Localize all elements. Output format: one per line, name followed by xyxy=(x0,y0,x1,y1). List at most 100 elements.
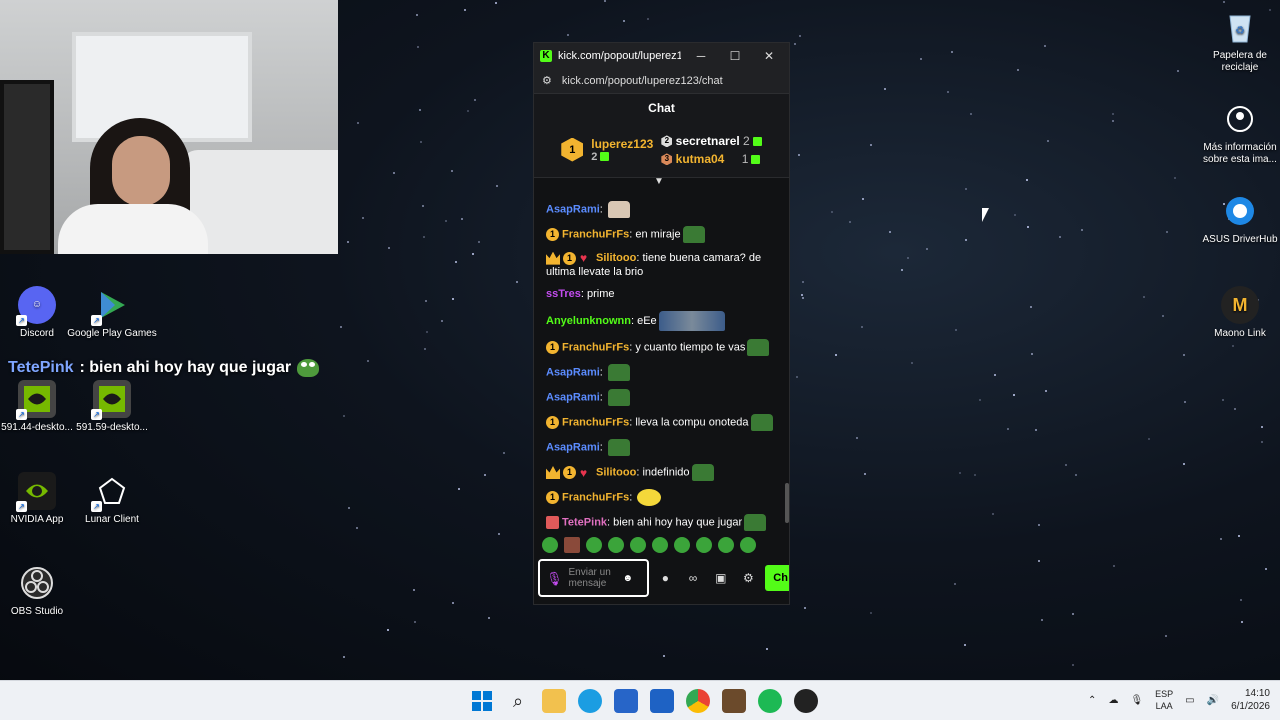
chat-message[interactable]: AsapRami: xyxy=(546,389,779,406)
start-button[interactable] xyxy=(470,689,494,713)
chat-message[interactable]: 1 ♥ Silitooo: indefinido xyxy=(546,464,779,481)
sub-badge-icon: 1 xyxy=(563,251,576,265)
star-dot xyxy=(835,353,838,356)
collapse-leaderboard-icon[interactable]: ▼ xyxy=(654,176,664,187)
chat-message-input[interactable]: 🎙 Enviar un mensaje ☻ xyxy=(538,559,649,597)
address-bar[interactable]: ⚙ kick.com/popout/luperez123/chat xyxy=(534,68,789,94)
star-dot xyxy=(830,210,833,213)
star-dot xyxy=(796,375,799,378)
maximize-button[interactable]: ☐ xyxy=(721,49,749,63)
chat-message[interactable]: TetePink: bien ahi hoy hay que jugar xyxy=(546,514,779,531)
leader-3-name[interactable]: kutma04 xyxy=(676,152,725,166)
chat-message[interactable]: ssTres: prime xyxy=(546,287,779,303)
system-clock[interactable]: 14:10 6/1/2026 xyxy=(1231,687,1270,713)
desktop-icon-lunar-client[interactable]: ↗ Lunar Client xyxy=(67,472,157,526)
leader-2-name[interactable]: secretnarel xyxy=(676,134,740,148)
desktop-icon-maono-link[interactable]: M Maono Link xyxy=(1195,286,1280,340)
network-icon[interactable]: ▭ xyxy=(1185,695,1194,706)
chat-message[interactable]: Anyelunknownn: eEe xyxy=(546,311,779,331)
chat-message[interactable]: 1 FranchuFrFs: xyxy=(546,489,779,506)
desktop-icon-obs-studio[interactable]: OBS Studio xyxy=(0,564,82,618)
emote-icon[interactable] xyxy=(564,537,580,553)
star-dot xyxy=(1223,1,1226,4)
star-dot xyxy=(969,112,972,115)
chat-scrollbar[interactable] xyxy=(785,483,789,523)
chrome-icon[interactable] xyxy=(686,689,710,713)
chat-username[interactable]: FranchuFrFs xyxy=(562,228,629,240)
rank-3-badge-icon: 3 xyxy=(661,153,673,166)
chat-username[interactable]: AsapRami xyxy=(546,391,600,403)
star-dot xyxy=(416,14,419,17)
chat-message-list[interactable]: AsapRami: 1 FranchuFrFs: en miraje 1 ♥ Silit… xyxy=(534,193,789,533)
emote-icon[interactable] xyxy=(586,537,602,553)
chat-username[interactable]: Silitooo xyxy=(596,252,636,264)
desktop-icon-nvidia-591-59[interactable]: ↗ 591.59-deskto... xyxy=(67,380,157,434)
emote-icon[interactable] xyxy=(652,537,668,553)
star-dot xyxy=(1025,178,1028,181)
chat-username[interactable]: FranchuFrFs xyxy=(562,416,629,428)
star-dot xyxy=(478,241,481,244)
minimize-button[interactable]: ─ xyxy=(687,49,715,63)
chat-username[interactable]: FranchuFrFs xyxy=(562,341,629,353)
kick-logo-icon: K xyxy=(540,49,552,62)
microphone-icon[interactable]: 🎙 xyxy=(546,572,563,585)
emote-icon[interactable] xyxy=(718,537,734,553)
microsoft-store-icon[interactable] xyxy=(614,689,638,713)
channel-points-icon[interactable]: ● xyxy=(655,571,677,585)
site-settings-icon[interactable]: ⚙ xyxy=(542,74,552,87)
chat-text: tiene buena camara? de ultima llevate la… xyxy=(546,252,762,278)
chat-username[interactable]: ssTres xyxy=(546,288,581,300)
emote-icon[interactable] xyxy=(674,537,690,553)
emoji-picker-icon[interactable]: ☻ xyxy=(623,573,634,584)
settings-gear-icon[interactable]: ⚙ xyxy=(738,571,760,585)
chat-message[interactable]: 1 FranchuFrFs: lleva la compu onoteda xyxy=(546,414,779,431)
emote-icon[interactable] xyxy=(740,537,756,553)
chat-message[interactable]: AsapRami: xyxy=(546,364,779,381)
chat-message[interactable]: AsapRami: xyxy=(546,439,779,456)
obs-taskbar-icon[interactable] xyxy=(794,689,818,713)
emote-icon[interactable] xyxy=(542,537,558,553)
chat-username[interactable]: AsapRami xyxy=(546,203,600,215)
search-icon[interactable]: ⌕ xyxy=(506,689,530,713)
outlook-icon[interactable] xyxy=(650,689,674,713)
microphone-tray-icon[interactable]: 🎙 xyxy=(1130,695,1143,706)
chat-username[interactable]: AsapRami xyxy=(546,441,600,453)
desktop-icon-asus-driverhub[interactable]: ASUS DriverHub xyxy=(1195,192,1280,246)
close-button[interactable]: ✕ xyxy=(755,49,783,63)
star-dot xyxy=(566,34,569,37)
desktop-icon-google-play-games[interactable]: ↗ Google Play Games xyxy=(67,286,157,340)
star-dot xyxy=(991,513,994,516)
maono-link-icon: M xyxy=(1221,286,1259,324)
edge-icon[interactable] xyxy=(578,689,602,713)
send-chat-button[interactable]: Ch xyxy=(765,565,789,591)
chat-username[interactable]: FranchuFrFs xyxy=(562,491,629,503)
file-explorer-icon[interactable] xyxy=(542,689,566,713)
quick-emote-row[interactable] xyxy=(542,537,756,553)
chat-message[interactable]: 1 FranchuFrFs: y cuanto tiempo te vas xyxy=(546,339,779,356)
chat-username[interactable]: Silitooo xyxy=(596,466,636,478)
kick-chat-popout-window[interactable]: K kick.com/popout/luperez12... ─ ☐ ✕ ⚙ k… xyxy=(533,42,790,605)
emote-icon[interactable] xyxy=(696,537,712,553)
chat-username[interactable]: TetePink xyxy=(562,516,607,528)
desktop-icon-spotlight-info[interactable]: Más información sobre esta ima... xyxy=(1195,100,1280,166)
star-dot xyxy=(495,1,498,4)
emote-icon[interactable] xyxy=(630,537,646,553)
volume-icon[interactable]: 🔊 xyxy=(1207,695,1219,706)
chat-username[interactable]: AsapRami xyxy=(546,366,600,378)
show-hidden-icons-icon[interactable]: ⌃ xyxy=(1088,695,1096,706)
star-dot xyxy=(498,533,501,536)
chat-username[interactable]: Anyelunknownn xyxy=(546,315,631,327)
leader-1-name[interactable]: luperez123 xyxy=(591,137,653,151)
chat-message[interactable]: AsapRami: xyxy=(546,201,779,218)
infinity-icon[interactable]: ∞ xyxy=(682,571,704,585)
desktop-icon-recycle-bin[interactable]: ♻ Papelera de reciclaje xyxy=(1195,8,1280,74)
chat-message[interactable]: 1 FranchuFrFs: en miraje xyxy=(546,226,779,243)
emote-icon[interactable] xyxy=(608,537,624,553)
onedrive-icon[interactable]: ☁ xyxy=(1108,695,1118,706)
spotify-icon[interactable] xyxy=(758,689,782,713)
minecraft-icon[interactable] xyxy=(722,689,746,713)
window-titlebar[interactable]: K kick.com/popout/luperez12... ─ ☐ ✕ xyxy=(534,43,789,68)
language-indicator[interactable]: ESP LAA xyxy=(1155,688,1173,712)
chat-message[interactable]: 1 ♥ Silitooo: tiene buena camara? de ultim… xyxy=(546,251,779,279)
store-icon[interactable]: ▣ xyxy=(710,571,732,585)
